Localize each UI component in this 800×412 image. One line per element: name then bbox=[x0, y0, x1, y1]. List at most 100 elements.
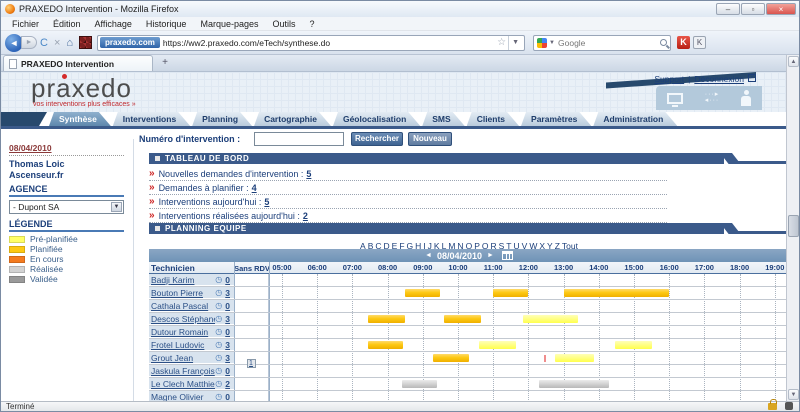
browser-tab[interactable]: PRAXEDO Intervention bbox=[3, 55, 153, 71]
technician-link[interactable]: Grout Jean bbox=[151, 353, 215, 363]
select-arrow-icon[interactable]: ▼ bbox=[111, 202, 122, 212]
search-button[interactable]: Rechercher bbox=[351, 132, 403, 146]
intervention-count-link[interactable]: 2 bbox=[225, 379, 230, 389]
previous-day-button[interactable]: ◄ bbox=[425, 252, 432, 259]
search-icon[interactable] bbox=[660, 39, 667, 46]
sync-arrows-icon[interactable]: ···▸◂··· bbox=[705, 92, 720, 104]
agency-select[interactable]: - Dupont SA ▼ bbox=[9, 200, 124, 214]
gantt-bar-planifiee[interactable] bbox=[493, 289, 528, 297]
site-identity-button[interactable]: praxedo.com bbox=[100, 37, 160, 48]
window-title: PRAXEDO Intervention - Mozilla Firefox bbox=[19, 4, 179, 14]
technician-link[interactable]: Badji Karim bbox=[151, 275, 215, 285]
intervention-count-link[interactable]: 3 bbox=[225, 288, 230, 298]
scroll-down-arrow[interactable]: ▼ bbox=[788, 389, 799, 400]
menu-historique[interactable]: Historique bbox=[139, 19, 194, 29]
technician-link[interactable]: Descos Stéphane bbox=[151, 314, 215, 324]
scrollbar-thumb[interactable] bbox=[788, 215, 799, 237]
page-content: praxedo vos interventions plus efficaces… bbox=[1, 72, 786, 401]
kaspersky-icon[interactable]: K bbox=[677, 36, 690, 49]
technician-link[interactable]: Bouton Pierre bbox=[151, 288, 215, 298]
menu-outils[interactable]: Outils bbox=[266, 19, 303, 29]
tab-synth-se[interactable]: Synthèse bbox=[49, 112, 111, 126]
sidebar-date-link[interactable]: 08/04/2010 bbox=[9, 143, 52, 153]
menu-marque-pages[interactable]: Marque-pages bbox=[193, 19, 265, 29]
gantt-bar-realisee[interactable] bbox=[539, 380, 609, 388]
dashboard-item-count-link[interactable]: 5 bbox=[264, 197, 269, 207]
extension-icon[interactable]: K bbox=[693, 36, 706, 49]
minimize-button[interactable]: – bbox=[716, 3, 740, 15]
menu-dition[interactable]: Édition bbox=[46, 19, 88, 29]
gantt-bar-preplanifiee[interactable] bbox=[523, 315, 578, 323]
gantt-bar-planifiee[interactable] bbox=[564, 289, 670, 297]
menu-fichier[interactable]: Fichier bbox=[5, 19, 46, 29]
gantt-bar-planifiee[interactable] bbox=[405, 289, 440, 297]
technician-link[interactable]: Le Clech Matthieu bbox=[151, 379, 215, 389]
support-link[interactable]: Support bbox=[654, 74, 684, 84]
url-bar[interactable]: praxedo.com https://ww2.praxedo.com/eTec… bbox=[97, 35, 525, 51]
intervention-number-input[interactable] bbox=[254, 132, 344, 146]
stop-button[interactable]: × bbox=[54, 37, 60, 49]
scroll-up-arrow[interactable]: ▲ bbox=[788, 56, 799, 67]
gantt-bar-preplanifiee[interactable] bbox=[555, 354, 594, 362]
intervention-count-link[interactable]: 0 bbox=[225, 275, 230, 285]
gantt-bar-planifiee[interactable] bbox=[444, 315, 481, 323]
intervention-count-link[interactable]: 0 bbox=[225, 327, 230, 337]
logout-link[interactable]: Déconnexion bbox=[694, 74, 744, 84]
technician-link[interactable]: Frotel Ludovic bbox=[151, 340, 215, 350]
gantt-bar-planifiee[interactable] bbox=[368, 315, 405, 323]
hour-label: 17:00 bbox=[689, 263, 719, 272]
dashboard-item-count-link[interactable]: 5 bbox=[306, 169, 311, 179]
new-intervention-button[interactable]: Nouveau bbox=[408, 132, 452, 146]
technician-link[interactable]: Cathala Pascal bbox=[151, 301, 215, 311]
person-icon[interactable] bbox=[741, 90, 751, 106]
tab-cartographie[interactable]: Cartographie bbox=[254, 112, 331, 126]
url-text[interactable]: https://ww2.praxedo.com/eTech/synthese.d… bbox=[163, 38, 495, 48]
tab-clients[interactable]: Clients bbox=[467, 112, 519, 126]
intervention-count-link[interactable]: 0 bbox=[225, 366, 230, 376]
next-day-button[interactable]: ► bbox=[487, 252, 494, 259]
tab-administration[interactable]: Administration bbox=[593, 112, 677, 126]
technician-cell: Frotel Ludovic◷3 bbox=[149, 339, 234, 351]
menu-[interactable]: ? bbox=[303, 19, 322, 29]
clock-icon: ◷ bbox=[215, 301, 222, 310]
reload-button[interactable]: C bbox=[40, 37, 48, 49]
menu-affichage[interactable]: Affichage bbox=[88, 19, 139, 29]
forward-button[interactable]: ► bbox=[21, 36, 37, 49]
calendar-icon[interactable] bbox=[502, 251, 513, 260]
gantt-bar-planifiee[interactable] bbox=[368, 341, 403, 349]
intervention-count-link[interactable]: 3 bbox=[225, 340, 230, 350]
intervention-count-link[interactable]: 3 bbox=[225, 314, 230, 324]
tab-param-tres[interactable]: Paramètres bbox=[521, 112, 591, 126]
dashboard-item-count-link[interactable]: 2 bbox=[303, 211, 308, 221]
close-panel-icon[interactable]: × bbox=[748, 74, 756, 82]
close-button[interactable]: × bbox=[766, 3, 796, 15]
intervention-count-link[interactable]: 3 bbox=[225, 353, 230, 363]
home-button[interactable]: ⌂ bbox=[66, 37, 73, 49]
search-engine-name[interactable]: Google bbox=[558, 38, 660, 48]
hour-label: 06:00 bbox=[302, 263, 332, 272]
intervention-count-link[interactable]: 0 bbox=[225, 301, 230, 311]
technician-link[interactable]: Magne Olivier bbox=[151, 392, 215, 402]
tab-g-olocalisation[interactable]: Géolocalisation bbox=[333, 112, 420, 126]
tab-sms[interactable]: SMS bbox=[422, 112, 464, 126]
dashboard-item-count-link[interactable]: 4 bbox=[252, 183, 257, 193]
tab-interventions[interactable]: Interventions bbox=[113, 112, 190, 126]
vertical-scrollbar[interactable]: ▲ ▼ bbox=[786, 55, 799, 401]
gantt-bar-realisee[interactable] bbox=[402, 380, 437, 388]
plugin-icon[interactable] bbox=[785, 402, 793, 410]
web-search-box[interactable]: ▼ Google bbox=[533, 35, 671, 51]
addon-icon[interactable] bbox=[79, 36, 92, 49]
monitor-icon[interactable] bbox=[667, 93, 683, 104]
tab-planning[interactable]: Planning bbox=[192, 112, 252, 126]
technician-link[interactable]: Jaskula François bbox=[151, 366, 215, 376]
technician-link[interactable]: Dutour Romain bbox=[151, 327, 215, 337]
bookmark-star-icon[interactable]: ☆ bbox=[497, 37, 506, 48]
url-dropdown-button[interactable]: ▼ bbox=[508, 36, 522, 50]
maximize-button[interactable]: ▫ bbox=[741, 3, 765, 15]
search-engine-dropdown[interactable]: ▼ bbox=[549, 40, 555, 46]
new-tab-button[interactable]: + bbox=[157, 57, 173, 70]
gantt-bar-planifiee[interactable] bbox=[433, 354, 468, 362]
gantt-bar-preplanifiee[interactable] bbox=[615, 341, 652, 349]
gantt-bar-preplanifiee[interactable] bbox=[479, 341, 516, 349]
intervention-count-link[interactable]: 0 bbox=[225, 392, 230, 402]
